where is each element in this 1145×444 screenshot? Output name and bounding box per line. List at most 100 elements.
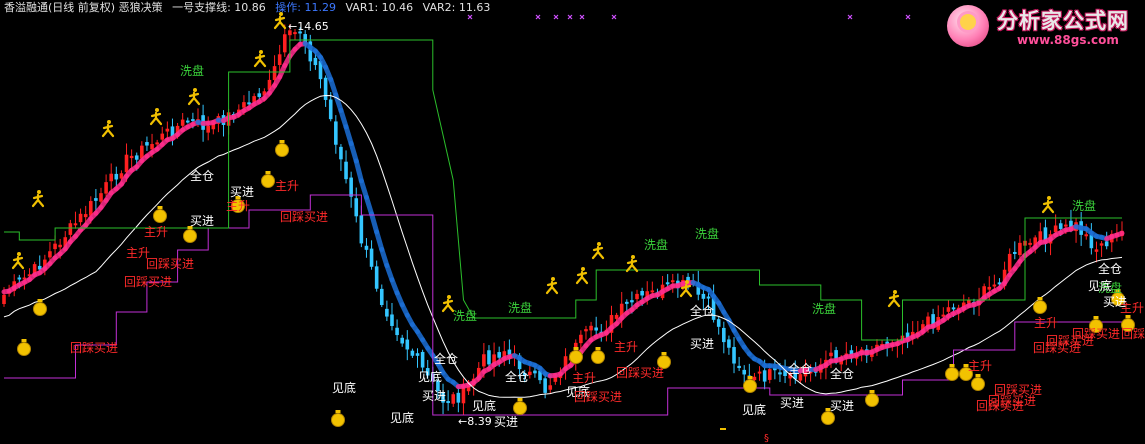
- signal-label: 全仓: [434, 351, 458, 366]
- support-line-value: 一号支撑线: 10.86: [172, 1, 266, 14]
- candle-body: [185, 120, 190, 123]
- money-bag-icon: [183, 229, 197, 243]
- signal-label: 买进: [190, 214, 214, 228]
- candle-body: [58, 244, 62, 248]
- runner-head: [631, 255, 635, 259]
- money-bag-tie: [975, 374, 981, 377]
- signal-label: 洗盘: [812, 301, 836, 316]
- candle-body: [395, 327, 399, 336]
- candle-body: [706, 296, 711, 299]
- money-bag-icon: [275, 143, 289, 157]
- candle-body: [313, 57, 318, 66]
- money-bag-icon: [971, 377, 985, 391]
- signal-label: 回踩买进: [280, 210, 328, 224]
- dash-marker: [720, 428, 726, 430]
- money-bag-tie: [595, 347, 601, 350]
- candle-body: [405, 339, 410, 350]
- money-bag-tie: [157, 206, 163, 209]
- candle-body: [155, 142, 159, 145]
- candle-body: [1012, 251, 1017, 254]
- candle-body: [670, 280, 675, 283]
- money-bag-icon: [1033, 300, 1047, 314]
- signal-label: 全仓: [190, 168, 214, 183]
- candle-body: [716, 319, 721, 327]
- candle-body: [323, 77, 328, 100]
- candle-body: [400, 337, 404, 344]
- candle-body: [665, 282, 670, 285]
- signal-label: 回踩买进: [988, 394, 1036, 408]
- candle-body: [328, 99, 333, 120]
- candle-body: [1104, 241, 1109, 247]
- candle-body: [742, 369, 747, 375]
- candle-body: [150, 144, 154, 150]
- candle-body: [114, 173, 119, 180]
- candle-body: [99, 193, 103, 202]
- candle-body: [767, 369, 772, 380]
- candle-body: [533, 370, 537, 374]
- signal-label: 洗盘: [1072, 198, 1096, 213]
- runner-head: [17, 252, 21, 256]
- candle-body: [83, 214, 88, 218]
- money-bag-icon: [821, 411, 835, 425]
- candle-body: [732, 347, 736, 364]
- money-bag-tie: [517, 398, 523, 401]
- signal-label: 回踩买进: [1121, 327, 1145, 341]
- money-bag-tie: [949, 364, 955, 367]
- money-bag-tie: [335, 410, 341, 413]
- signal-label: 见底: [390, 410, 414, 425]
- money-bag-tie: [21, 339, 27, 342]
- price-chart[interactable]: ←14.65←8.39洗盘洗盘洗盘洗盘 洗盘洗盘洗盘洗盘全仓全仓全仓全仓全仓全仓全…: [0, 0, 1145, 444]
- candle-body: [829, 352, 833, 357]
- candle-body: [640, 290, 644, 296]
- candle-body: [778, 372, 782, 375]
- low-price-label: ←8.39: [458, 415, 492, 428]
- candle-body: [1018, 242, 1022, 256]
- candle-body: [1099, 243, 1104, 246]
- money-bag-tie: [1037, 297, 1043, 300]
- peak-price-label: ←14.65: [288, 20, 329, 33]
- candle-body: [359, 215, 364, 244]
- candle-body: [507, 349, 512, 355]
- signal-label: 洗盘: [695, 226, 719, 241]
- candle-body: [364, 245, 369, 250]
- candle-body: [446, 401, 450, 404]
- candle-body: [589, 325, 593, 331]
- money-bag-tie: [265, 171, 271, 174]
- candle-body: [180, 119, 185, 126]
- candle-body: [379, 288, 384, 306]
- candle-body: [727, 339, 731, 348]
- runner-head: [685, 280, 689, 284]
- signal-label: 主升: [572, 371, 596, 385]
- signal-label: 主升: [275, 179, 299, 193]
- candle-body: [762, 370, 767, 382]
- runner-head: [155, 108, 159, 112]
- candle-body: [129, 155, 134, 159]
- money-bag-icon: [513, 401, 527, 415]
- money-bag-icon: [33, 302, 47, 316]
- signal-label: 全仓: [690, 303, 714, 318]
- candle-body: [737, 365, 741, 369]
- candle-body: [134, 155, 139, 160]
- money-bag-tie: [1093, 316, 1099, 319]
- candle-body: [354, 198, 359, 217]
- candle-body: [548, 385, 553, 390]
- section-marker: §: [764, 433, 769, 444]
- candle-body: [420, 351, 425, 368]
- candle-body: [2, 294, 6, 305]
- signal-label: 买进: [422, 389, 446, 403]
- candle-body: [191, 119, 195, 122]
- candle-body: [1084, 234, 1089, 237]
- var2-value: VAR2: 11.63: [422, 1, 491, 14]
- signal-label: 主升: [1120, 301, 1144, 315]
- money-bag-tie: [869, 390, 875, 393]
- signal-label: 回踩买进: [146, 257, 194, 271]
- signal-label: 主升: [614, 340, 638, 354]
- var1-value: VAR1: 10.46: [345, 1, 414, 14]
- candle-body: [1053, 225, 1058, 233]
- candle-body: [73, 223, 78, 226]
- candle-body: [104, 182, 108, 194]
- money-bag-icon: [945, 367, 959, 381]
- candle-body: [951, 307, 956, 310]
- signal-label: 洗盘: [453, 308, 477, 323]
- candle-body: [1094, 249, 1099, 252]
